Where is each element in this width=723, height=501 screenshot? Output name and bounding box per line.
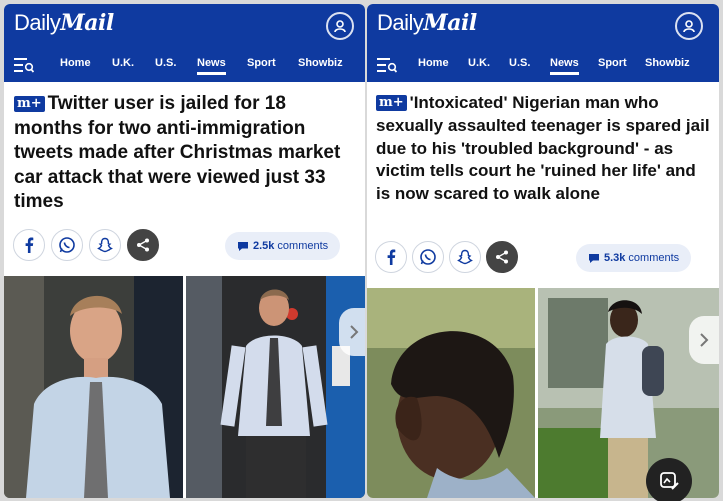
account-icon[interactable] — [326, 12, 354, 40]
chevron-right-icon — [350, 325, 359, 339]
nav-us[interactable]: U.S. — [509, 57, 530, 69]
article-photo-2[interactable] — [538, 288, 719, 498]
comment-bubble-icon — [238, 241, 248, 251]
nav-uk[interactable]: U.K. — [468, 57, 490, 69]
main-nav: Home U.K. U.S. News Sport Showbiz — [4, 50, 365, 78]
mail-plus-badge: m+ — [14, 96, 45, 112]
nav-news[interactable]: News — [197, 57, 226, 75]
daily-mail-logo[interactable]: DailyMail — [14, 10, 114, 36]
menu-search-icon[interactable] — [377, 56, 398, 74]
article-headline[interactable]: m+ 'Intoxicated' Nigerian man who sexuall… — [376, 92, 714, 206]
image-edit-button[interactable] — [646, 458, 692, 501]
comments-count: 5.3k — [604, 252, 626, 264]
article-card-left: DailyMail Home U.K. U.S. News Sport Show… — [4, 4, 365, 498]
comments-button[interactable]: 5.3k comments — [576, 244, 692, 272]
gallery-next-button[interactable] — [339, 308, 365, 356]
logo-daily-text: Daily — [14, 10, 61, 35]
image-edit-icon — [660, 472, 679, 490]
comments-label: comments — [628, 252, 680, 264]
share-icon[interactable] — [486, 241, 518, 273]
share-bar: 2.5k comments — [13, 228, 358, 262]
site-header: DailyMail Home U.K. U.S. News Sport Show… — [367, 4, 719, 82]
nav-home[interactable]: Home — [418, 57, 449, 69]
menu-search-icon[interactable] — [14, 56, 35, 74]
whatsapp-icon[interactable] — [412, 241, 444, 273]
nav-showbiz[interactable]: Showbiz — [298, 57, 343, 69]
nav-uk[interactable]: U.K. — [112, 57, 134, 69]
nav-sport[interactable]: Sport — [247, 57, 276, 69]
logo-mail-text: Mail — [60, 10, 114, 36]
nav-us[interactable]: U.S. — [155, 57, 176, 69]
whatsapp-icon[interactable] — [51, 229, 83, 261]
mail-plus-badge: m+ — [376, 95, 407, 111]
share-icon[interactable] — [127, 229, 159, 261]
headline-text: Twitter user is jailed for 18 months for… — [14, 93, 341, 212]
account-icon[interactable] — [675, 12, 703, 40]
article-photo-2[interactable] — [186, 276, 365, 498]
article-photo-1[interactable] — [4, 276, 183, 498]
nav-home[interactable]: Home — [60, 57, 91, 69]
logo-mail-text: Mail — [423, 10, 477, 36]
nav-sport[interactable]: Sport — [598, 57, 627, 69]
snapchat-icon[interactable] — [89, 229, 121, 261]
comments-label: comments — [277, 240, 329, 252]
facebook-icon[interactable] — [375, 241, 407, 273]
site-header: DailyMail Home U.K. U.S. News Sport Show… — [4, 4, 365, 82]
headline-text: 'Intoxicated' Nigerian man who sexually … — [376, 93, 710, 204]
main-nav: Home U.K. U.S. News Sport Showbiz — [367, 50, 719, 78]
daily-mail-logo[interactable]: DailyMail — [377, 10, 477, 36]
nav-news[interactable]: News — [550, 57, 579, 75]
logo-daily-text: Daily — [377, 10, 424, 35]
article-photo-1[interactable] — [367, 288, 535, 498]
share-bar: 5.3k comments — [375, 240, 711, 274]
chevron-right-icon — [700, 333, 709, 347]
facebook-icon[interactable] — [13, 229, 45, 261]
comment-bubble-icon — [589, 253, 599, 263]
snapchat-icon[interactable] — [449, 241, 481, 273]
article-headline[interactable]: m+ Twitter user is jailed for 18 months f… — [14, 92, 344, 215]
comments-count: 2.5k — [253, 240, 275, 252]
article-card-right: DailyMail Home U.K. U.S. News Sport Show… — [367, 4, 719, 498]
comments-button[interactable]: 2.5k comments — [225, 232, 341, 260]
nav-showbiz[interactable]: Showbiz — [645, 57, 690, 69]
gallery-next-button[interactable] — [689, 316, 719, 364]
